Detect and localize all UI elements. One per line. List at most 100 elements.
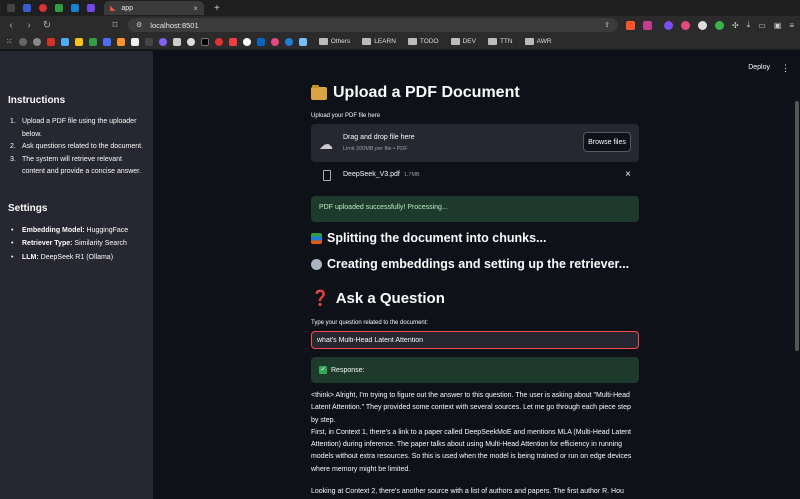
tab-favicon-5[interactable] <box>68 2 82 14</box>
remove-file-icon[interactable]: × <box>625 169 631 180</box>
bookmark-icon-2[interactable] <box>32 37 41 46</box>
browser-tab-bar: ◣ app × + <box>0 0 800 16</box>
bookmark-icon-11[interactable] <box>158 37 167 46</box>
settings-list: • Embedding Model: HuggingFace • Retriever… <box>8 224 145 265</box>
dropzone-title: Drag and drop file here <box>343 134 415 141</box>
setting-item: • LLM: DeepSeek R1 (Ollama) <box>11 253 114 261</box>
wallet-icon[interactable]: ▣ <box>774 21 782 30</box>
extension-icon-1[interactable] <box>663 20 673 30</box>
answer-paragraph: First, in Context 1, there's a link to a… <box>311 428 632 473</box>
magnifier-icon <box>311 258 322 270</box>
books-icon <box>311 232 322 244</box>
bookmark-icon-7[interactable] <box>102 37 111 46</box>
bookmark-icon-9[interactable] <box>130 37 139 46</box>
sidebar-toggle-icon[interactable]: ▭ <box>758 21 766 30</box>
scrollbar[interactable] <box>795 101 799 351</box>
back-icon[interactable]: ‹ <box>6 20 16 31</box>
setting-item: • Retriever Type: Similarity Search <box>11 240 127 247</box>
downloads-icon[interactable]: ⤓ <box>747 20 751 30</box>
instructions-list: 1. Upload a PDF file using the uploader b… <box>8 116 145 179</box>
browser-toolbar: ‹ › ↻ ⌑ ⚙ localhost:8501 ⇪ ✣ ⤓ ▭ ▣ ≡ <box>0 16 800 34</box>
active-tab[interactable]: ◣ app × <box>104 1 204 15</box>
tab-favicon-6[interactable] <box>84 2 98 14</box>
browse-files-button[interactable]: Browse files <box>583 132 631 152</box>
main-content: Deploy ⋮ Upload a PDF Document Upload yo… <box>153 51 800 499</box>
folder-icon <box>487 38 497 45</box>
browser-menu-icon[interactable]: ≡ <box>789 21 794 30</box>
cloud-upload-icon: ☁ <box>319 136 333 152</box>
folder-icon <box>407 38 417 45</box>
tab-favicon-2[interactable] <box>20 2 34 14</box>
uploaded-file: DeepSeek_V3.pdf 1.7MB × <box>311 169 639 185</box>
folder-icon <box>450 38 460 45</box>
bookmark-icon-10[interactable] <box>144 37 153 46</box>
bookmark-icon-6[interactable] <box>88 37 97 46</box>
linkedin-icon[interactable] <box>256 37 265 46</box>
rewards-icon[interactable] <box>643 20 652 30</box>
bookmark-icon-1[interactable] <box>18 37 27 46</box>
ask-question-heading: ❓ Ask a Question <box>311 289 445 308</box>
reload-icon[interactable]: ↻ <box>42 20 52 31</box>
question-label: Type your question related to the docume… <box>311 320 429 326</box>
folder-icon <box>318 38 328 45</box>
split-status-heading: Splitting the document into chunks... <box>311 231 546 245</box>
instructions-heading: Instructions <box>8 95 66 106</box>
share-icon[interactable]: ⇪ <box>604 21 610 29</box>
new-tab-icon[interactable]: + <box>214 3 220 14</box>
apps-grid-icon[interactable]: ⁙ <box>6 37 13 46</box>
extension-icon-3[interactable] <box>697 20 707 30</box>
tab-favicon-4[interactable] <box>52 2 66 14</box>
embed-status-heading: Creating embeddings and setting up the r… <box>311 257 629 271</box>
bookmark-icon-15[interactable] <box>214 37 223 46</box>
bookmark-folder-others[interactable]: Others <box>318 38 350 45</box>
file-name: DeepSeek_V3.pdf <box>343 171 400 178</box>
gmail-icon[interactable] <box>46 37 55 46</box>
extension-icon-2[interactable] <box>680 20 690 30</box>
tab-favicon-3[interactable] <box>36 2 50 14</box>
streamlit-icon: ◣ <box>110 5 116 12</box>
upload-label: Upload your PDF file here <box>311 113 381 119</box>
youtube-icon[interactable] <box>228 37 237 46</box>
question-input[interactable] <box>311 331 639 349</box>
forward-icon[interactable]: › <box>24 20 34 31</box>
folder-icon <box>524 38 534 45</box>
success-alert: PDF uploaded successfully! Processing... <box>311 196 639 222</box>
deploy-button[interactable]: Deploy <box>748 64 770 71</box>
close-tab-icon[interactable]: × <box>193 4 198 13</box>
instruction-item: 2. Ask questions related to the document. <box>10 143 144 150</box>
bookmark-icon-19[interactable] <box>270 37 279 46</box>
site-info-icon[interactable]: ⚙ <box>136 21 142 29</box>
answer-paragraph: Looking at Context 2, there's another so… <box>311 488 624 496</box>
x-icon[interactable] <box>200 37 209 46</box>
dropzone-limit: Limit 200MB per file • PDF <box>343 146 408 152</box>
bookmark-folder-awr[interactable]: AWR <box>524 38 552 45</box>
bookmark-icon-12[interactable] <box>172 37 181 46</box>
address-bar[interactable]: ⚙ localhost:8501 ⇪ <box>128 18 618 32</box>
bookmark-folder-learn[interactable]: LEARN <box>362 38 396 45</box>
bookmark-folder-todo[interactable]: TODO <box>407 38 439 45</box>
bookmark-icon-21[interactable] <box>298 37 307 46</box>
tab-title: app <box>121 4 134 12</box>
bookmark-icon-17[interactable] <box>242 37 251 46</box>
kebab-menu-icon[interactable]: ⋮ <box>781 63 790 74</box>
brave-shield-icon[interactable] <box>626 20 635 30</box>
instruction-item: 1. Upload a PDF file using the uploader b… <box>10 118 137 138</box>
folder-icon <box>311 84 327 100</box>
bookmark-icon[interactable]: ⌑ <box>110 20 120 31</box>
file-dropzone[interactable]: ☁ Drag and drop file here Limit 200MB pe… <box>311 124 639 162</box>
tab-favicon-1[interactable] <box>4 2 18 14</box>
extension-icon-4[interactable] <box>714 20 724 30</box>
bookmark-folder-dev[interactable]: DEV <box>450 38 476 45</box>
bookmark-icon-4[interactable] <box>60 37 69 46</box>
bookmark-folder-ttn[interactable]: TTN <box>487 38 513 45</box>
bookmark-icon-5[interactable] <box>74 37 83 46</box>
bookmark-icon-8[interactable] <box>116 37 125 46</box>
url-text: localhost:8501 <box>150 20 199 30</box>
bookmark-icon-20[interactable] <box>284 37 293 46</box>
github-icon[interactable] <box>186 37 195 46</box>
file-icon <box>323 170 331 181</box>
settings-heading: Settings <box>8 202 48 214</box>
page-title: Upload a PDF Document <box>311 84 520 102</box>
question-mark-icon: ❓ <box>311 290 330 307</box>
extensions-icon[interactable]: ✣ <box>732 21 739 30</box>
